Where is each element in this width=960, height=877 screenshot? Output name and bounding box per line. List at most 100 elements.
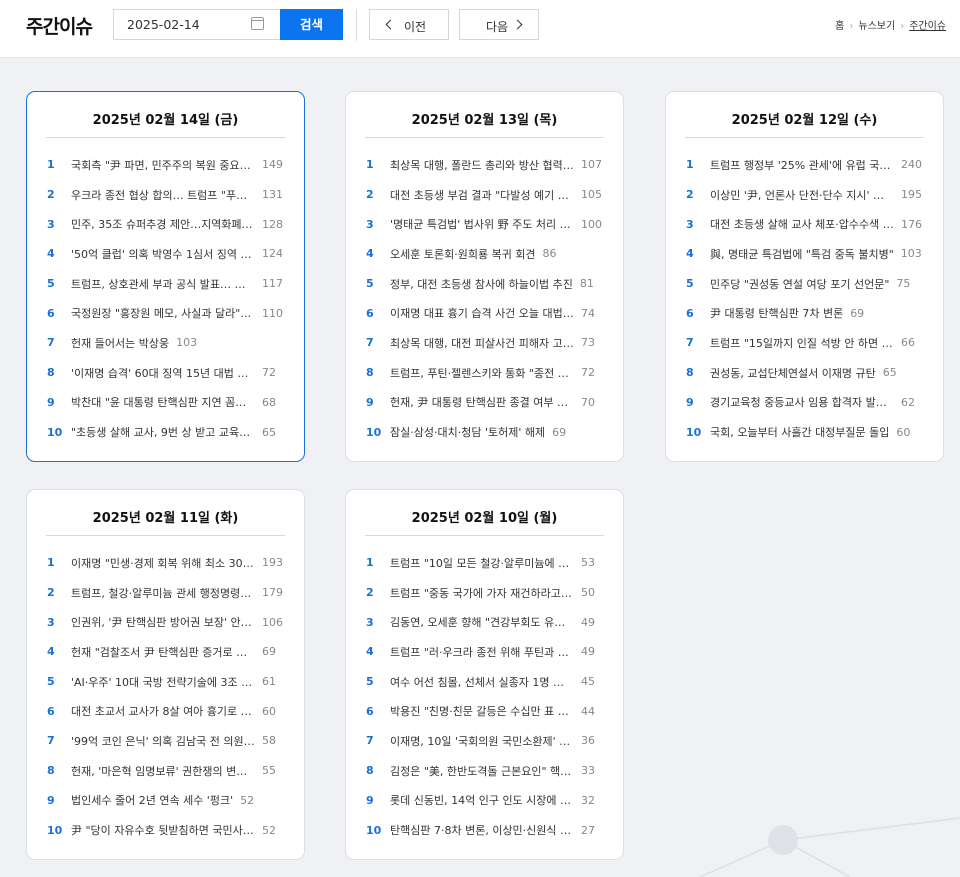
issue-item[interactable]: 7 '99억 코인 은닉' 의혹 김남국 전 의원 1심 무죄 58 (47, 726, 287, 756)
issue-item[interactable]: 1 최상목 대행, 폴란드 총리와 방산 협력 논의 107 (366, 150, 606, 180)
issue-rank: 3 (686, 217, 694, 231)
issue-title: 'AI·우주' 10대 국방 전략기술에 3조 투자 (71, 675, 255, 689)
issue-item[interactable]: 8 권성동, 교섭단체연설서 이재명 규탄 65 (686, 358, 926, 388)
issue-item[interactable]: 6 박용진 "친명·친문 갈등은 수십만 표 잃게 해" 44 (366, 696, 606, 726)
issue-item[interactable]: 3 민주, 35조 슈퍼추경 제안…지역화폐 13조 포함 128 (47, 209, 287, 239)
next-button[interactable]: 다음 (459, 9, 539, 40)
issue-item[interactable]: 5 정부, 대전 초등생 참사에 하늘이법 추진 81 (366, 269, 606, 299)
calendar-icon[interactable] (251, 17, 264, 30)
issue-title: 트럼프 "중동 국가에 가자 재건하라고 일부 넘겨" (390, 586, 574, 600)
date-value[interactable]: 2025-02-14 (127, 17, 200, 32)
issue-item[interactable]: 2 우크라 종전 협상 합의… 트럼프 "푸틴 만남 기대" 131 (47, 180, 287, 210)
issue-item[interactable]: 5 'AI·우주' 10대 국방 전략기술에 3조 투자 61 (47, 667, 287, 697)
issue-title: 국정원장 "홍장원 메모, 사실과 달라"…신빙성 논란 (71, 307, 255, 321)
issue-item[interactable]: 9 경기교육청 중등교사 임용 합격자 발표 오류 62 (686, 388, 926, 418)
issue-item[interactable]: 8 트럼프, 푸틴·젤렌스키와 통화 "종전 협상 개시" 72 (366, 358, 606, 388)
issue-item[interactable]: 9 헌재, 尹 대통령 탄핵심판 종결 여부 고심 70 (366, 388, 606, 418)
issue-title: 尹 대통령 탄핵심판 7차 변론 (710, 307, 844, 321)
issue-item[interactable]: 7 트럼프 "15일까지 인질 석방 안 하면 휴전 취소" 66 (686, 328, 926, 358)
issue-title: 잠실·삼성·대치·청담 '토허제' 해제 (390, 426, 546, 440)
issue-item[interactable]: 1 국회측 "尹 파면, 민주주의 복원 중요…빨리 결론 내야" 149 (47, 150, 287, 180)
issue-count: 128 (262, 217, 283, 231)
issue-item[interactable]: 4 헌재 "검찰조서 尹 탄핵심판 증거로 채택" 69 (47, 637, 287, 667)
issue-item[interactable]: 2 대전 초등생 부검 결과 "다발성 예기 손상" 105 (366, 180, 606, 210)
issue-count: 179 (262, 586, 283, 600)
date-picker-input[interactable]: 2025-02-14 (113, 9, 281, 40)
issue-rank: 1 (47, 158, 55, 172)
issue-item[interactable]: 3 김동연, 오세훈 향해 "견강부회도 유분수 있다" 49 (366, 607, 606, 637)
issue-count: 72 (581, 366, 595, 380)
issue-rank: 1 (366, 556, 374, 570)
issue-rank: 5 (686, 277, 694, 291)
issue-count: 55 (262, 764, 276, 778)
issue-count: 240 (901, 158, 922, 172)
issue-count: 45 (581, 675, 595, 689)
issue-title: 민주, 35조 슈퍼추경 제안…지역화폐 13조 포함 (71, 218, 255, 232)
issue-rank: 4 (47, 645, 55, 659)
card-date-title: 2025년 02월 11일 (화) (92, 511, 239, 526)
issue-item[interactable]: 10 탄핵심판 7·8차 변론, 이상민·신원식 등 증인 27 (366, 815, 606, 845)
issue-title: 트럼프 행정부 '25% 관세'에 유럽 국가들 반발 (710, 158, 894, 172)
issue-item[interactable]: 2 트럼프 "중동 국가에 가자 재건하라고 일부 넘겨" 50 (366, 578, 606, 608)
issue-item[interactable]: 7 최상목 대행, 대전 피살사건 피해자 고 김하늘 조문 73 (366, 328, 606, 358)
issue-count: 193 (262, 556, 283, 570)
issue-rank: 7 (47, 734, 55, 748)
issue-item[interactable]: 8 헌재, '마은혁 임명보류' 권한쟁의 변론절차 진행 55 (47, 756, 287, 786)
issue-item[interactable]: 10 尹 "당이 자유수호 뒷받침하면 국민사랑 받을 것" 52 (47, 815, 287, 845)
issue-item[interactable]: 1 트럼프 행정부 '25% 관세'에 유럽 국가들 반발 240 (686, 150, 926, 180)
issue-item[interactable]: 4 '50억 클럽' 의혹 박영수 1심서 징역 7년 선고 124 (47, 239, 287, 269)
issue-item[interactable]: 9 법인세수 줄어 2년 연속 세수 '펑크' 52 (47, 786, 287, 816)
issue-count: 105 (581, 188, 602, 202)
card-divider (46, 535, 285, 536)
issue-count: 69 (552, 425, 567, 439)
issue-item[interactable]: 8 '이재명 습격' 60대 징역 15년 대법 확정 72 (47, 358, 287, 388)
issue-item[interactable]: 5 트럼프, 상호관세 부과 공식 발표… 한국도 영향 117 (47, 269, 287, 299)
issue-item[interactable]: 6 대전 초교서 교사가 8살 여아 흉기로 살해 60 (47, 696, 287, 726)
issue-item[interactable]: 1 트럼프 "10일 모든 철강·알루미늄에 25% 관세" 53 (366, 548, 606, 578)
issue-rank: 4 (47, 247, 55, 261)
issue-item[interactable]: 6 국정원장 "홍장원 메모, 사실과 달라"…신빙성 논란 110 (47, 298, 287, 328)
issue-title: 박찬대 "윤 대통령 탄핵심판 지연 꼼수 안돼" (71, 396, 255, 410)
issue-item[interactable]: 3 대전 초등생 살해 교사 체포·압수수색 영장 176 (686, 209, 926, 239)
issue-count: 61 (262, 675, 276, 689)
issue-rank: 9 (47, 793, 55, 807)
issue-item[interactable]: 4 오세훈 토론회·원희룡 복귀 회견 86 (366, 239, 606, 269)
issue-count: 52 (240, 793, 255, 807)
prev-button[interactable]: 이전 (369, 9, 449, 40)
breadcrumb-news[interactable]: 뉴스보기 (858, 21, 895, 32)
issue-rank: 7 (686, 336, 694, 350)
issue-item[interactable]: 3 '명태균 특검법' 법사위 野 주도 처리 속도 100 (366, 209, 606, 239)
issue-count: 36 (581, 734, 595, 748)
issue-item[interactable]: 1 이재명 "민생·경제 회복 위해 최소 30조 추경" 193 (47, 548, 287, 578)
issue-title: 김정은 "美, 한반도격돌 근본요인" 핵무력 강화 (390, 764, 574, 778)
issue-title: 헌재 들어서는 박상웅 (71, 336, 170, 350)
issue-item[interactable]: 2 이상민 '尹, 언론사 단전·단수 지시' 의혹 부인 195 (686, 180, 926, 210)
issue-item[interactable]: 7 이재명, 10일 '국회의원 국민소환제' 제안 36 (366, 726, 606, 756)
issue-title: 권성동, 교섭단체연설서 이재명 규탄 (710, 366, 876, 380)
breadcrumb-current[interactable]: 주간이슈 (909, 21, 946, 32)
breadcrumb-home[interactable]: 홈 (835, 21, 844, 32)
issue-item[interactable]: 8 김정은 "美, 한반도격돌 근본요인" 핵무력 강화 33 (366, 756, 606, 786)
issue-count: 60 (262, 704, 276, 718)
issue-item[interactable]: 10 "초등생 살해 교사, 9번 상 받고 교육감 표창도" 65 (47, 417, 287, 447)
issue-item[interactable]: 5 민주당 "권성동 연설 여당 포기 선언문" 75 (686, 269, 926, 299)
issue-rank: 10 (686, 425, 702, 439)
issue-count: 100 (581, 217, 602, 231)
issue-item[interactable]: 4 與, 명태균 특검법에 "특검 중독 불치병" 103 (686, 239, 926, 269)
issue-count: 49 (581, 645, 595, 659)
issue-item[interactable]: 5 여수 어선 침몰, 선체서 실종자 1명 추가 발견 45 (366, 667, 606, 697)
issue-item[interactable]: 7 헌재 들어서는 박상웅 103 (47, 328, 287, 358)
issue-item[interactable]: 10 국회, 오늘부터 사흘간 대정부질문 돌입 60 (686, 417, 926, 447)
issue-count: 124 (262, 247, 283, 261)
issue-item[interactable]: 6 尹 대통령 탄핵심판 7차 변론 69 (686, 298, 926, 328)
issue-rank: 8 (47, 366, 55, 380)
issue-item[interactable]: 9 박찬대 "윤 대통령 탄핵심판 지연 꼼수 안돼" 68 (47, 388, 287, 418)
issue-item[interactable]: 3 인권위, '尹 탄핵심판 방어권 보장' 안건 의결 106 (47, 607, 287, 637)
issue-item[interactable]: 9 롯데 신동빈, 14억 인구 인도 시장에 '승부수' 32 (366, 786, 606, 816)
issue-item[interactable]: 10 잠실·삼성·대치·청담 '토허제' 해제 69 (366, 417, 606, 447)
issue-item[interactable]: 4 트럼프 "러·우크라 종전 위해 푸틴과 통화" 49 (366, 637, 606, 667)
issue-item[interactable]: 2 트럼프, 철강·알루미늄 관세 행정명령에 서명 179 (47, 578, 287, 608)
issue-item[interactable]: 6 이재명 대표 흉기 습격 사건 오늘 대법원 선고 74 (366, 298, 606, 328)
search-button[interactable]: 검색 (280, 9, 343, 40)
issue-title: 트럼프 "10일 모든 철강·알루미늄에 25% 관세" (390, 556, 574, 570)
